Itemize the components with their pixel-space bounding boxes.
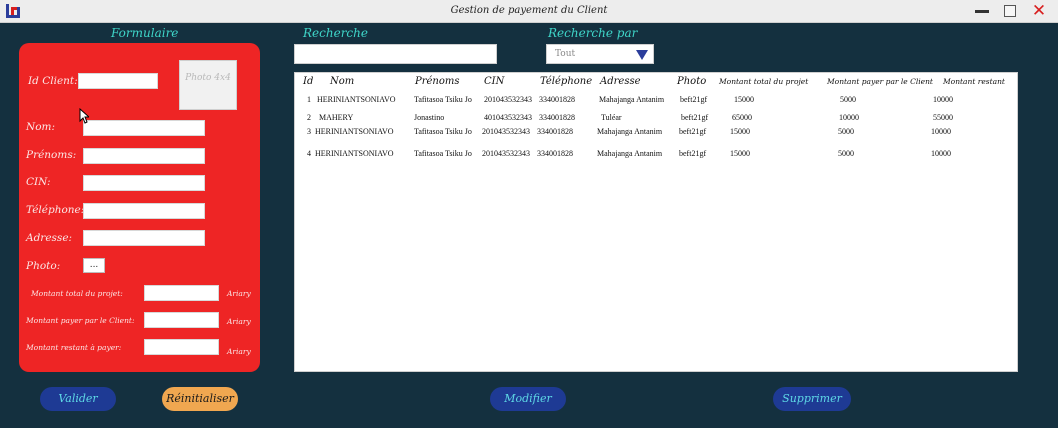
table-cell: 5000 <box>838 149 854 158</box>
montant-total-input[interactable] <box>144 285 219 301</box>
table-cell: Mahajanga Antanim <box>599 95 665 104</box>
table-cell: 334001828 <box>539 113 575 122</box>
table-cell: 334001828 <box>537 149 573 158</box>
nom-label: Nom: <box>26 121 56 133</box>
column-header: Montant restant <box>943 77 1005 86</box>
montant-total-label: Montant total du projet: <box>31 289 123 298</box>
column-header: Id <box>303 76 314 87</box>
column-header: Montant payer par le Client <box>827 77 933 86</box>
table-cell: 201043532343 <box>484 95 532 104</box>
nom-input[interactable] <box>83 120 205 136</box>
table-cell: MAHERY <box>319 113 354 122</box>
table-cell: 55000 <box>933 113 953 122</box>
montant-restant-label: Montant restant à payer: <box>26 343 122 352</box>
table-cell: 5000 <box>838 127 854 136</box>
cin-label: CIN: <box>26 176 51 188</box>
prenoms-label: Prénoms: <box>26 149 77 161</box>
table-cell: 401043532343 <box>484 113 532 122</box>
column-header: Photo <box>677 76 707 87</box>
client-form-panel: Id Client: Photo 4x4 Nom: Prénoms: CIN: … <box>19 43 260 372</box>
currency-label: Ariary <box>227 289 251 298</box>
modifier-button[interactable]: Modifier <box>490 387 566 411</box>
table-cell: Jonastino <box>414 113 445 122</box>
prenoms-input[interactable] <box>83 148 205 164</box>
currency-label: Ariary <box>227 317 251 326</box>
supprimer-button[interactable]: Supprimer <box>773 387 851 411</box>
table-cell: beft21gf <box>681 113 709 122</box>
filter-label: Recherche par <box>548 26 638 40</box>
column-header: CIN <box>484 76 505 87</box>
table-cell: 334001828 <box>539 95 575 104</box>
adresse-input[interactable] <box>83 230 205 246</box>
valider-button[interactable]: Valider <box>40 387 116 411</box>
column-header: Prénoms <box>415 76 460 87</box>
table-cell: HERINIANTSONIAVO <box>317 95 396 104</box>
mouse-cursor-icon <box>79 108 89 124</box>
table-cell: Tafitasoa Tsiku Jo <box>414 149 472 158</box>
photo-preview: Photo 4x4 <box>179 60 237 110</box>
table-cell: 201043532343 <box>482 149 530 158</box>
table-row[interactable]: 4 HERINIANTSONIAVO Tafitasoa Tsiku Jo 20… <box>295 149 1017 161</box>
search-label: Recherche <box>303 26 368 40</box>
cin-input[interactable] <box>83 175 205 191</box>
table-cell: 201043532343 <box>482 127 530 136</box>
table-cell: 15000 <box>734 95 754 104</box>
adresse-label: Adresse: <box>26 232 73 244</box>
table-cell: 15000 <box>730 127 750 136</box>
browse-photo-button[interactable]: ... <box>83 258 105 273</box>
table-cell: HERINIANTSONIAVO <box>315 149 394 158</box>
table-cell: Mahajanga Antanim <box>597 127 663 136</box>
telephone-input[interactable] <box>83 203 205 219</box>
title-bar: Gestion de payement du Client ✕ <box>0 0 1058 23</box>
id-client-label: Id Client: <box>28 75 78 87</box>
table-cell: beft21gf <box>680 95 708 104</box>
telephone-label: Téléphone: <box>26 204 85 216</box>
photo-label: Photo: <box>26 260 61 272</box>
filter-select[interactable]: Tout <box>546 44 654 64</box>
table-cell: 3 <box>307 127 311 136</box>
clients-table: Id Nom Prénoms CIN Téléphone Adresse Pho… <box>294 72 1018 372</box>
table-cell: 4 <box>307 149 311 158</box>
table-cell: beft21gf <box>679 149 707 158</box>
table-cell: 10000 <box>931 149 951 158</box>
montant-payer-label: Montant payer par le Client: <box>26 316 135 325</box>
column-header: Montant total du projet <box>719 77 809 86</box>
column-header: Téléphone <box>540 76 593 87</box>
minimize-icon[interactable] <box>975 10 989 13</box>
table-cell: 65000 <box>732 113 752 122</box>
table-cell: 10000 <box>933 95 953 104</box>
table-cell: 2 <box>307 113 311 122</box>
table-cell: Mahajanga Antanim <box>597 149 663 158</box>
id-client-input[interactable] <box>78 73 158 89</box>
reinitialiser-button[interactable]: Réinitialiser <box>162 387 238 411</box>
table-cell: 10000 <box>931 127 951 136</box>
table-cell: Tuléar <box>601 113 622 122</box>
table-cell: Tafitasoa Tsiku Jo <box>414 95 472 104</box>
column-header: Adresse <box>600 76 641 87</box>
table-cell: 10000 <box>839 113 859 122</box>
table-row[interactable]: 1 HERINIANTSONIAVO Tafitasoa Tsiku Jo 20… <box>295 95 1017 107</box>
table-cell: Tafitasoa Tsiku Jo <box>414 127 472 136</box>
table-row[interactable]: 2 MAHERY Jonastino 401043532343 33400182… <box>295 113 1017 125</box>
window-title: Gestion de payement du Client <box>450 5 608 16</box>
search-input[interactable] <box>294 44 497 64</box>
filter-select-value: Tout <box>555 49 576 59</box>
table-cell: HERINIANTSONIAVO <box>315 127 394 136</box>
table-cell: 5000 <box>840 95 856 104</box>
maximize-icon[interactable] <box>1004 5 1016 17</box>
currency-label: Ariary <box>227 347 251 356</box>
table-row[interactable]: 3 HERINIANTSONIAVO Tafitasoa Tsiku Jo 20… <box>295 127 1017 139</box>
close-icon[interactable]: ✕ <box>1030 1 1048 21</box>
table-cell: beft21gf <box>679 127 707 136</box>
montant-restant-input[interactable] <box>144 339 219 355</box>
table-cell: 334001828 <box>537 127 573 136</box>
montant-payer-input[interactable] <box>144 312 219 328</box>
form-heading: Formulaire <box>111 26 179 40</box>
chevron-down-icon <box>636 50 648 60</box>
table-cell: 15000 <box>730 149 750 158</box>
column-header: Nom <box>330 76 355 87</box>
table-cell: 1 <box>307 95 311 104</box>
